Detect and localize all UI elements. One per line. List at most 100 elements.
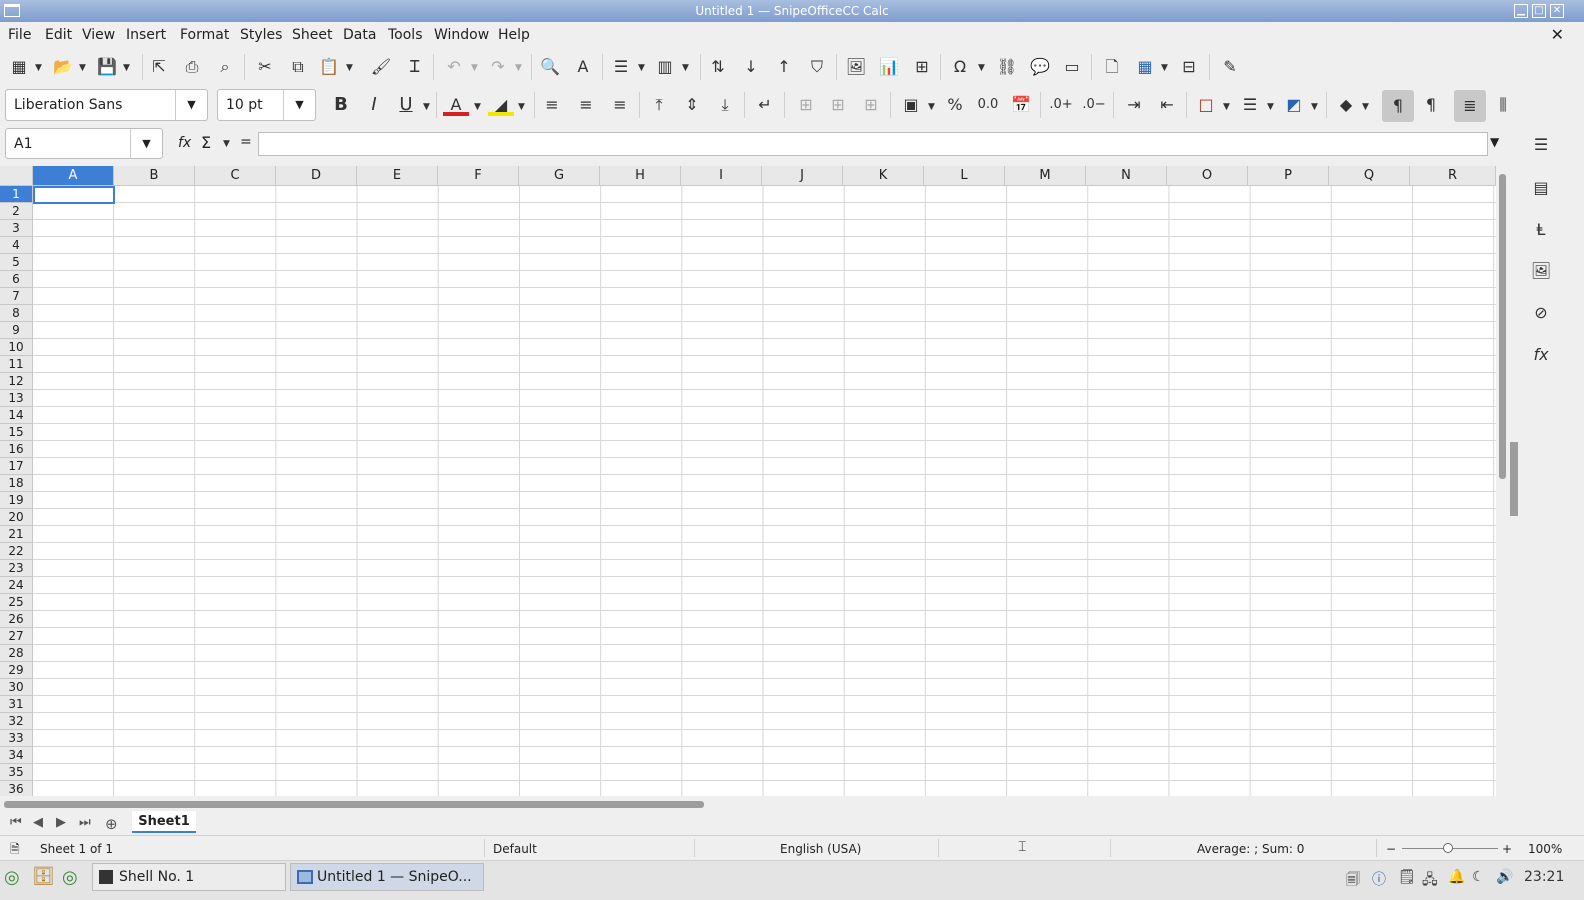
spelling-icon[interactable]: A	[570, 54, 596, 80]
row-header[interactable]: 13	[0, 390, 33, 407]
column-header[interactable]: A	[33, 166, 114, 186]
column-header[interactable]: M	[1005, 166, 1086, 186]
horizontal-scroll-thumb[interactable]	[4, 801, 704, 808]
menu-format[interactable]: Format	[180, 27, 229, 43]
row-header[interactable]: 36	[0, 781, 33, 796]
wrap-text-icon[interactable]: ↵	[752, 92, 778, 118]
sidebar-resize-handle[interactable]	[1510, 442, 1518, 516]
expand-formula-bar-icon[interactable]: ▼	[1490, 135, 1499, 149]
next-sheet-icon[interactable]: ▶	[56, 815, 66, 830]
export-pdf-icon[interactable]: ⇱	[146, 54, 172, 80]
paste-icon[interactable]: 📋	[316, 54, 342, 80]
first-sheet-icon[interactable]: ⏮	[10, 815, 22, 830]
border-style-dropdown-icon[interactable]: ▼	[1267, 102, 1274, 112]
row-header[interactable]: 3	[0, 220, 33, 237]
notes-icon[interactable]: 🗒	[1398, 869, 1416, 885]
column-header[interactable]: B	[114, 166, 195, 186]
number-format-icon[interactable]: 0.0	[975, 92, 1001, 118]
special-character-icon[interactable]: Ω	[947, 54, 973, 80]
row-header[interactable]: 6	[0, 271, 33, 288]
conditional-format-icon[interactable]: ◆	[1333, 92, 1359, 118]
page-style[interactable]: Default	[493, 842, 537, 856]
column-dropdown-icon[interactable]: ▼	[682, 63, 689, 73]
select-all-corner[interactable]	[0, 166, 33, 186]
row-dropdown-icon[interactable]: ▼	[638, 63, 645, 73]
chevron-down-icon[interactable]: ▼	[130, 129, 162, 159]
currency-format-icon[interactable]: ▣	[898, 92, 924, 118]
menu-edit[interactable]: Edit	[45, 27, 72, 43]
row-header[interactable]: 25	[0, 594, 33, 611]
file-manager-icon[interactable]: 🗄	[32, 866, 55, 887]
center-vertically-icon[interactable]: ⇕	[679, 92, 705, 118]
updates-icon[interactable]: ☾	[1472, 869, 1485, 885]
row-header[interactable]: 28	[0, 645, 33, 662]
underline-dropdown-icon[interactable]: ▼	[423, 102, 430, 112]
find-replace-icon[interactable]: 🔍	[537, 54, 563, 80]
special-character-dropdown-icon[interactable]: ▼	[978, 63, 985, 73]
row-header[interactable]: 33	[0, 730, 33, 747]
align-bottom-icon[interactable]: ⤓	[712, 92, 738, 118]
column-header[interactable]: F	[438, 166, 519, 186]
row-header[interactable]: 1	[0, 186, 33, 203]
last-sheet-icon[interactable]: ⏭	[79, 815, 91, 830]
sort-icon[interactable]: ⇅	[705, 54, 731, 80]
merge-cells-icon[interactable]: ⊞	[825, 92, 851, 118]
row-header[interactable]: 21	[0, 526, 33, 543]
font-size-combo[interactable]: 10 pt ▼	[217, 89, 316, 121]
clone-formatting-icon[interactable]: 🖌	[368, 54, 394, 80]
row-header[interactable]: 24	[0, 577, 33, 594]
menu-sheet[interactable]: Sheet	[292, 27, 332, 43]
row-header[interactable]: 30	[0, 679, 33, 696]
row-header[interactable]: 32	[0, 713, 33, 730]
print-icon[interactable]: ⎙	[179, 54, 205, 80]
zoom-in-icon[interactable]: +	[1502, 842, 1512, 856]
highlight-color-dropdown-icon[interactable]: ▼	[518, 102, 525, 112]
zoom-slider-handle[interactable]	[1443, 843, 1453, 853]
sheet-tab[interactable]: Sheet1	[132, 811, 196, 833]
function-wizard-icon[interactable]: fx	[178, 135, 191, 151]
add-sheet-icon[interactable]: ⊕	[105, 815, 118, 833]
column-icon[interactable]: ▥	[652, 54, 678, 80]
conditional-format-dropdown-icon[interactable]: ▼	[1362, 102, 1369, 112]
row-header[interactable]: 20	[0, 509, 33, 526]
column-header[interactable]: I	[681, 166, 762, 186]
text-direction-vertical-icon[interactable]: ⫼	[1490, 92, 1516, 118]
sort-ascending-icon[interactable]: ↓	[738, 54, 764, 80]
add-decimal-place-icon[interactable]: .0+	[1048, 92, 1074, 118]
web-browser-icon[interactable]: ◎	[62, 867, 78, 888]
save-icon[interactable]: 💾	[94, 54, 120, 80]
chevron-down-icon[interactable]: ▼	[175, 90, 207, 120]
row-header[interactable]: 26	[0, 611, 33, 628]
menu-view[interactable]: View	[82, 27, 115, 43]
functions-icon[interactable]: fx	[1528, 342, 1554, 368]
zoom-level[interactable]: 100%	[1528, 842, 1562, 856]
column-header[interactable]: Q	[1329, 166, 1410, 186]
column-header[interactable]: H	[600, 166, 681, 186]
bold-icon[interactable]: B	[328, 92, 354, 118]
row-header[interactable]: 11	[0, 356, 33, 373]
language[interactable]: English (USA)	[780, 842, 861, 856]
row-header[interactable]: 15	[0, 424, 33, 441]
navigator-icon[interactable]: ⊘	[1528, 300, 1554, 326]
row-header[interactable]: 12	[0, 373, 33, 390]
header-footer-icon[interactable]: ▭	[1059, 54, 1085, 80]
clear-formatting-icon[interactable]: Ꮖ	[402, 54, 428, 80]
close-window-button[interactable]: ✕	[1550, 4, 1564, 18]
taskbar-shell[interactable]: Shell No. 1	[92, 863, 286, 891]
freeze-rows-columns-icon[interactable]: ▦	[1132, 54, 1158, 80]
column-header[interactable]: G	[519, 166, 600, 186]
border-style-icon[interactable]: ☰	[1237, 92, 1263, 118]
row-icon[interactable]: ☰	[608, 54, 634, 80]
clipboard-icon[interactable]: 🗐	[1346, 869, 1360, 893]
font-color-dropdown-icon[interactable]: ▼	[474, 102, 481, 112]
percent-format-icon[interactable]: %	[942, 92, 968, 118]
underline-icon[interactable]: U	[393, 92, 419, 118]
column-header[interactable]: D	[276, 166, 357, 186]
column-header[interactable]: R	[1410, 166, 1496, 186]
merge-center-icon[interactable]: ⊞	[793, 92, 819, 118]
border-color-icon[interactable]: ◩	[1281, 92, 1307, 118]
row-header[interactable]: 8	[0, 305, 33, 322]
paste-dropdown-icon[interactable]: ▼	[346, 63, 353, 73]
show-draw-functions-icon[interactable]: ✎	[1217, 54, 1243, 80]
column-header[interactable]: K	[843, 166, 924, 186]
